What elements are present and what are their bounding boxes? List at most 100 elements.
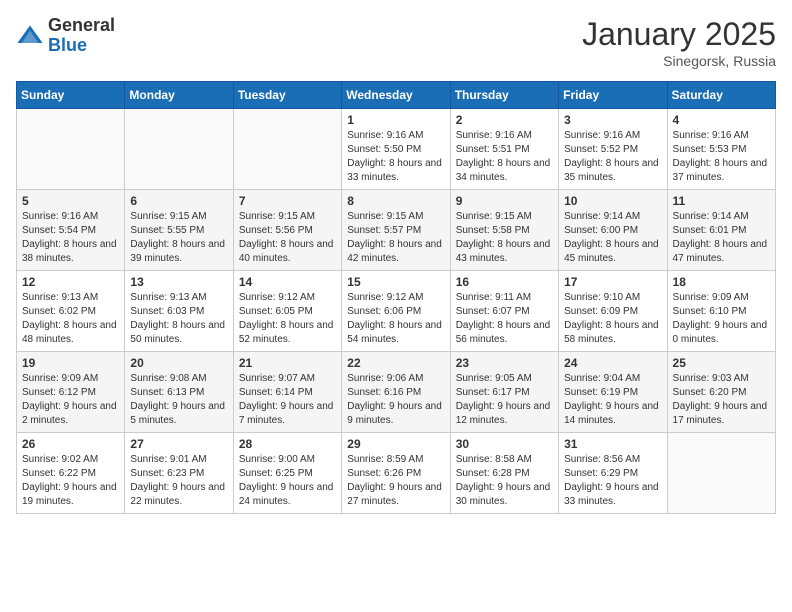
day-info: Sunrise: 9:16 AM Sunset: 5:51 PM Dayligh… — [456, 129, 553, 185]
calendar-cell: 26 Sunrise: 9:02 AM Sunset: 6:22 PM Dayli… — [17, 433, 125, 514]
day-info: Sunrise: 9:04 AM Sunset: 6:19 PM Dayligh… — [564, 372, 661, 428]
day-number: 24 — [564, 356, 661, 370]
day-info: Sunrise: 9:16 AM Sunset: 5:54 PM Dayligh… — [22, 210, 119, 266]
calendar-cell: 4Sunrise: 9:16 AM Sunset: 5:53 PM Daylig… — [667, 109, 775, 190]
calendar-cell: 21 Sunrise: 9:07 AM Sunset: 6:14 PM Dayli… — [233, 352, 341, 433]
calendar-cell: 27 Sunrise: 9:01 AM Sunset: 6:23 PM Dayli… — [125, 433, 233, 514]
day-number: 19 — [22, 356, 119, 370]
calendar-cell: 15 Sunrise: 9:12 AM Sunset: 6:06 PM Dayli… — [342, 271, 450, 352]
day-number: 15 — [347, 275, 444, 289]
calendar-cell: 13 Sunrise: 9:13 AM Sunset: 6:03 PM Dayli… — [125, 271, 233, 352]
day-info: Sunrise: 9:12 AM Sunset: 6:06 PM Dayligh… — [347, 291, 444, 347]
day-info: Sunrise: 9:02 AM Sunset: 6:22 PM Dayligh… — [22, 453, 119, 509]
title-area: January 2025 Sinegorsk, Russia — [582, 16, 776, 69]
calendar-cell: 2Sunrise: 9:16 AM Sunset: 5:51 PM Daylig… — [450, 109, 558, 190]
calendar-cell: 29 Sunrise: 8:59 AM Sunset: 6:26 PM Dayli… — [342, 433, 450, 514]
calendar-cell: 6Sunrise: 9:15 AM Sunset: 5:55 PM Daylig… — [125, 190, 233, 271]
logo-general-text: General — [48, 16, 115, 36]
calendar-cell: 11 Sunrise: 9:14 AM Sunset: 6:01 PM Dayli… — [667, 190, 775, 271]
calendar-cell: 30 Sunrise: 8:58 AM Sunset: 6:28 PM Dayli… — [450, 433, 558, 514]
day-info: Sunrise: 9:16 AM Sunset: 5:50 PM Dayligh… — [347, 129, 444, 185]
day-number: 21 — [239, 356, 336, 370]
calendar-cell: 25 Sunrise: 9:03 AM Sunset: 6:20 PM Dayli… — [667, 352, 775, 433]
day-number: 1 — [347, 113, 444, 127]
calendar-cell: 23Sunrise: 9:05 AM Sunset: 6:17 PM Dayli… — [450, 352, 558, 433]
day-info: Sunrise: 9:10 AM Sunset: 6:09 PM Dayligh… — [564, 291, 661, 347]
calendar-week-row: 12 Sunrise: 9:13 AM Sunset: 6:02 PM Dayli… — [17, 271, 776, 352]
day-info: Sunrise: 9:16 AM Sunset: 5:53 PM Dayligh… — [673, 129, 770, 185]
location-text: Sinegorsk, Russia — [582, 53, 776, 69]
calendar-cell: 22Sunrise: 9:06 AM Sunset: 6:16 PM Dayli… — [342, 352, 450, 433]
day-number: 9 — [456, 194, 553, 208]
day-info: Sunrise: 9:13 AM Sunset: 6:03 PM Dayligh… — [130, 291, 227, 347]
calendar-cell: 12 Sunrise: 9:13 AM Sunset: 6:02 PM Dayli… — [17, 271, 125, 352]
calendar-cell — [233, 109, 341, 190]
day-number: 7 — [239, 194, 336, 208]
calendar-cell: 7 Sunrise: 9:15 AM Sunset: 5:56 PM Daylig… — [233, 190, 341, 271]
day-info: Sunrise: 9:11 AM Sunset: 6:07 PM Dayligh… — [456, 291, 553, 347]
page-header: General Blue January 2025 Sinegorsk, Rus… — [16, 16, 776, 69]
calendar-cell: 1 Sunrise: 9:16 AM Sunset: 5:50 PM Daylig… — [342, 109, 450, 190]
day-number: 13 — [130, 275, 227, 289]
weekday-header-row: SundayMondayTuesdayWednesdayThursdayFrid… — [17, 82, 776, 109]
logo: General Blue — [16, 16, 115, 56]
day-number: 29 — [347, 437, 444, 451]
weekday-header-friday: Friday — [559, 82, 667, 109]
calendar-week-row: 19Sunrise: 9:09 AM Sunset: 6:12 PM Dayli… — [17, 352, 776, 433]
day-info: Sunrise: 8:58 AM Sunset: 6:28 PM Dayligh… — [456, 453, 553, 509]
calendar-cell: 9Sunrise: 9:15 AM Sunset: 5:58 PM Daylig… — [450, 190, 558, 271]
day-info: Sunrise: 9:14 AM Sunset: 6:01 PM Dayligh… — [673, 210, 770, 266]
day-number: 26 — [22, 437, 119, 451]
day-info: Sunrise: 9:14 AM Sunset: 6:00 PM Dayligh… — [564, 210, 661, 266]
calendar-cell — [125, 109, 233, 190]
calendar-week-row: 26 Sunrise: 9:02 AM Sunset: 6:22 PM Dayli… — [17, 433, 776, 514]
calendar-cell: 16 Sunrise: 9:11 AM Sunset: 6:07 PM Dayli… — [450, 271, 558, 352]
calendar-cell: 19Sunrise: 9:09 AM Sunset: 6:12 PM Dayli… — [17, 352, 125, 433]
calendar-table: SundayMondayTuesdayWednesdayThursdayFrid… — [16, 81, 776, 514]
day-number: 3 — [564, 113, 661, 127]
weekday-header-sunday: Sunday — [17, 82, 125, 109]
day-number: 11 — [673, 194, 770, 208]
month-title: January 2025 — [582, 16, 776, 53]
calendar-cell: 17 Sunrise: 9:10 AM Sunset: 6:09 PM Dayli… — [559, 271, 667, 352]
day-info: Sunrise: 8:56 AM Sunset: 6:29 PM Dayligh… — [564, 453, 661, 509]
day-number: 31 — [564, 437, 661, 451]
day-number: 30 — [456, 437, 553, 451]
calendar-cell: 24 Sunrise: 9:04 AM Sunset: 6:19 PM Dayli… — [559, 352, 667, 433]
calendar-cell: 10 Sunrise: 9:14 AM Sunset: 6:00 PM Dayli… — [559, 190, 667, 271]
calendar-cell — [667, 433, 775, 514]
day-number: 20 — [130, 356, 227, 370]
day-number: 6 — [130, 194, 227, 208]
day-info: Sunrise: 9:00 AM Sunset: 6:25 PM Dayligh… — [239, 453, 336, 509]
day-info: Sunrise: 9:15 AM Sunset: 5:56 PM Dayligh… — [239, 210, 336, 266]
logo-blue-text: Blue — [48, 36, 115, 56]
day-info: Sunrise: 9:13 AM Sunset: 6:02 PM Dayligh… — [22, 291, 119, 347]
day-number: 27 — [130, 437, 227, 451]
day-info: Sunrise: 9:07 AM Sunset: 6:14 PM Dayligh… — [239, 372, 336, 428]
day-number: 22 — [347, 356, 444, 370]
day-info: Sunrise: 9:01 AM Sunset: 6:23 PM Dayligh… — [130, 453, 227, 509]
weekday-header-tuesday: Tuesday — [233, 82, 341, 109]
day-number: 25 — [673, 356, 770, 370]
day-info: Sunrise: 8:59 AM Sunset: 6:26 PM Dayligh… — [347, 453, 444, 509]
day-number: 17 — [564, 275, 661, 289]
calendar-cell: 14Sunrise: 9:12 AM Sunset: 6:05 PM Dayli… — [233, 271, 341, 352]
weekday-header-saturday: Saturday — [667, 82, 775, 109]
calendar-cell: 28Sunrise: 9:00 AM Sunset: 6:25 PM Dayli… — [233, 433, 341, 514]
day-number: 16 — [456, 275, 553, 289]
weekday-header-wednesday: Wednesday — [342, 82, 450, 109]
day-number: 10 — [564, 194, 661, 208]
calendar-week-row: 1 Sunrise: 9:16 AM Sunset: 5:50 PM Daylig… — [17, 109, 776, 190]
weekday-header-thursday: Thursday — [450, 82, 558, 109]
calendar-cell: 5 Sunrise: 9:16 AM Sunset: 5:54 PM Daylig… — [17, 190, 125, 271]
logo-icon — [16, 22, 44, 50]
calendar-cell: 31 Sunrise: 8:56 AM Sunset: 6:29 PM Dayli… — [559, 433, 667, 514]
calendar-cell: 3 Sunrise: 9:16 AM Sunset: 5:52 PM Daylig… — [559, 109, 667, 190]
day-info: Sunrise: 9:16 AM Sunset: 5:52 PM Dayligh… — [564, 129, 661, 185]
day-info: Sunrise: 9:15 AM Sunset: 5:57 PM Dayligh… — [347, 210, 444, 266]
calendar-cell: 20Sunrise: 9:08 AM Sunset: 6:13 PM Dayli… — [125, 352, 233, 433]
day-number: 12 — [22, 275, 119, 289]
day-number: 18 — [673, 275, 770, 289]
day-number: 5 — [22, 194, 119, 208]
day-info: Sunrise: 9:03 AM Sunset: 6:20 PM Dayligh… — [673, 372, 770, 428]
